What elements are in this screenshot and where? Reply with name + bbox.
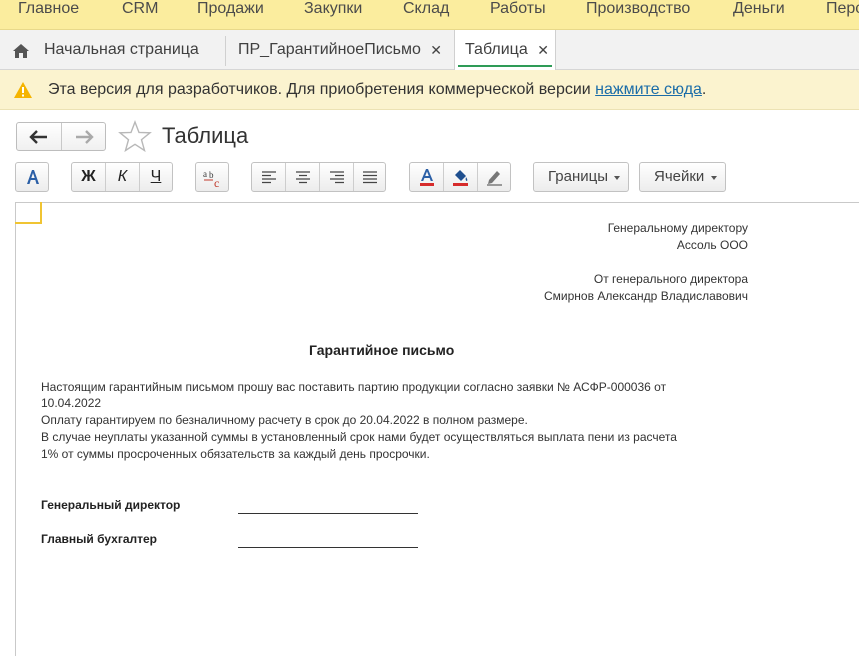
bold-button[interactable]: Ж — [72, 163, 105, 191]
signature-director-label: Генеральный директор — [41, 498, 181, 512]
menu-item-warehouse[interactable]: Склад — [403, 0, 449, 18]
align-left-button[interactable] — [252, 163, 285, 191]
navigation-buttons — [16, 122, 106, 151]
menu-item-purchases[interactable]: Закупки — [304, 0, 362, 18]
spellcheck-icon: a b c — [203, 169, 219, 189]
arrow-right-icon — [76, 130, 94, 144]
tab-table-active[interactable]: Таблица ✕ — [454, 30, 556, 70]
signature-line-accountant — [238, 547, 418, 548]
borders-dropdown[interactable]: Границы — [533, 162, 629, 192]
tab-guarantee-letter[interactable]: ПР_ГарантийноеПисьмо ✕ — [238, 34, 448, 66]
forward-button[interactable] — [62, 123, 106, 150]
tab-guarantee-letter-label: ПР_ГарантийноеПисьмо — [238, 41, 421, 58]
active-tab-indicator — [458, 65, 552, 67]
developer-version-banner: Эта версия для разработчиков. Для приобр… — [0, 70, 859, 110]
banner-message: Эта версия для разработчиков. Для приобр… — [48, 81, 596, 98]
menu-item-money[interactable]: Деньги — [733, 0, 785, 18]
body-line: 10.04.2022 — [41, 396, 102, 410]
body-line: В случае неуплаты указанной суммы в уста… — [41, 430, 677, 444]
banner-text: Эта версия для разработчиков. Для приобр… — [48, 81, 706, 99]
pencil-icon — [487, 171, 502, 186]
align-justify-icon — [363, 171, 377, 184]
font-button[interactable] — [15, 162, 49, 192]
align-center-button[interactable] — [286, 163, 319, 191]
align-right-button[interactable] — [320, 163, 353, 191]
color-group — [409, 162, 511, 192]
spellcheck-button[interactable]: a b c — [195, 162, 229, 192]
body-line: Оплату гарантируем по безналичному расче… — [41, 413, 528, 427]
cells-dropdown[interactable]: Ячейки — [639, 162, 726, 192]
signature-line-director — [238, 513, 418, 514]
borders-label: Границы — [548, 168, 608, 185]
favorite-star-icon[interactable] — [118, 120, 152, 152]
cells-label: Ячейки — [654, 168, 705, 185]
buy-link[interactable]: нажмите сюда — [595, 81, 702, 98]
text-color-icon — [420, 169, 434, 186]
body-line: Настоящим гарантийным письмом прошу вас … — [41, 380, 667, 394]
svg-text:a: a — [203, 169, 207, 179]
selected-cell-marker — [15, 202, 42, 224]
align-right-icon — [330, 171, 344, 184]
menu-item-main[interactable]: Главное — [18, 0, 79, 18]
tab-home[interactable]: Начальная страница — [10, 34, 225, 66]
italic-button[interactable]: К — [106, 163, 139, 191]
fill-color-button[interactable] — [444, 163, 477, 191]
tab-divider — [225, 36, 226, 66]
tab-table-label: Таблица — [465, 41, 528, 58]
highlight-button[interactable] — [478, 163, 510, 191]
banner-period: . — [701, 81, 707, 98]
close-icon[interactable]: ✕ — [430, 34, 442, 66]
justify-button[interactable] — [354, 163, 385, 191]
recipient-company: Ассоль ООО — [676, 238, 748, 252]
tab-home-label: Начальная страница — [44, 41, 199, 58]
menu-item-works[interactable]: Работы — [490, 0, 546, 18]
menu-item-production[interactable]: Производство — [586, 0, 690, 18]
chevron-down-icon — [614, 176, 620, 180]
warning-icon — [14, 82, 32, 98]
menu-item-personnel[interactable]: Перс — [826, 0, 859, 18]
tab-bar: Начальная страница ПР_ГарантийноеПисьмо … — [0, 30, 859, 70]
arrow-left-icon — [29, 130, 47, 144]
underline-button[interactable]: Ч — [140, 163, 172, 191]
chevron-down-icon — [711, 176, 717, 180]
recipient-title: Генеральному директору — [607, 221, 748, 235]
page-title: Таблица — [162, 123, 249, 148]
menu-item-sales[interactable]: Продажи — [197, 0, 264, 18]
back-button[interactable] — [17, 123, 61, 150]
menu-item-crm[interactable]: CRM — [122, 0, 158, 18]
text-color-button[interactable] — [410, 163, 443, 191]
signature-accountant-label: Главный бухгалтер — [41, 532, 158, 546]
close-icon[interactable]: ✕ — [537, 30, 549, 70]
align-center-icon — [296, 171, 310, 184]
font-icon — [27, 170, 39, 184]
home-icon — [13, 44, 29, 58]
sender-title: От генерального директора — [593, 272, 748, 286]
text-style-group: Ж К Ч — [71, 162, 173, 192]
paint-bucket-icon — [453, 170, 468, 186]
align-left-icon — [262, 171, 276, 184]
document-heading: Гарантийное письмо — [309, 342, 455, 358]
top-menu: Главное CRM Продажи Закупки Склад Работы… — [0, 0, 859, 30]
body-line: 1% от суммы просроченных обязательств за… — [41, 447, 430, 461]
svg-text:c: c — [214, 176, 219, 189]
sender-name: Смирнов Александр Владиславович — [544, 289, 748, 303]
alignment-group — [251, 162, 386, 192]
